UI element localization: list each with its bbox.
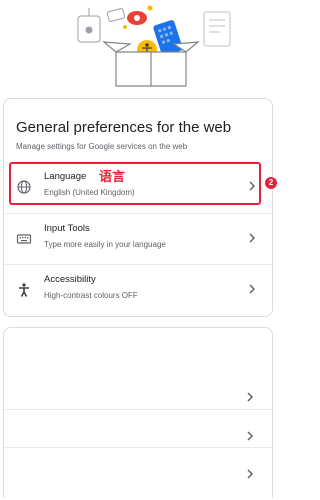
accessibility-row[interactable]: Accessibility High-contrast colours OFF bbox=[4, 264, 272, 315]
accessibility-icon bbox=[19, 283, 29, 297]
chevron-right-icon bbox=[249, 284, 256, 294]
input-tools-desc: Type more easily in your language bbox=[44, 240, 166, 249]
chevron-right-icon bbox=[247, 431, 254, 441]
keyboard-icon bbox=[16, 234, 32, 244]
chevron-right-icon bbox=[247, 392, 254, 402]
general-preferences-card: General preferences for the web Manage s… bbox=[3, 98, 273, 317]
chevron-right-icon bbox=[249, 233, 256, 243]
second-card bbox=[3, 327, 273, 498]
accessibility-label: Accessibility bbox=[44, 274, 96, 285]
accessibility-desc: High-contrast colours OFF bbox=[44, 291, 138, 300]
input-tools-row[interactable]: Input Tools Type more easily in your lan… bbox=[4, 213, 272, 264]
input-tools-label: Input Tools bbox=[44, 223, 90, 234]
list-item[interactable] bbox=[4, 447, 272, 498]
chevron-right-icon bbox=[247, 469, 254, 479]
step-badge: 2 bbox=[265, 177, 277, 189]
card-subtitle: Manage settings for Google services on t… bbox=[16, 142, 188, 151]
language-highlight-box bbox=[9, 162, 261, 205]
card-title: General preferences for the web bbox=[16, 119, 232, 136]
hero-illustration bbox=[77, 5, 231, 87]
